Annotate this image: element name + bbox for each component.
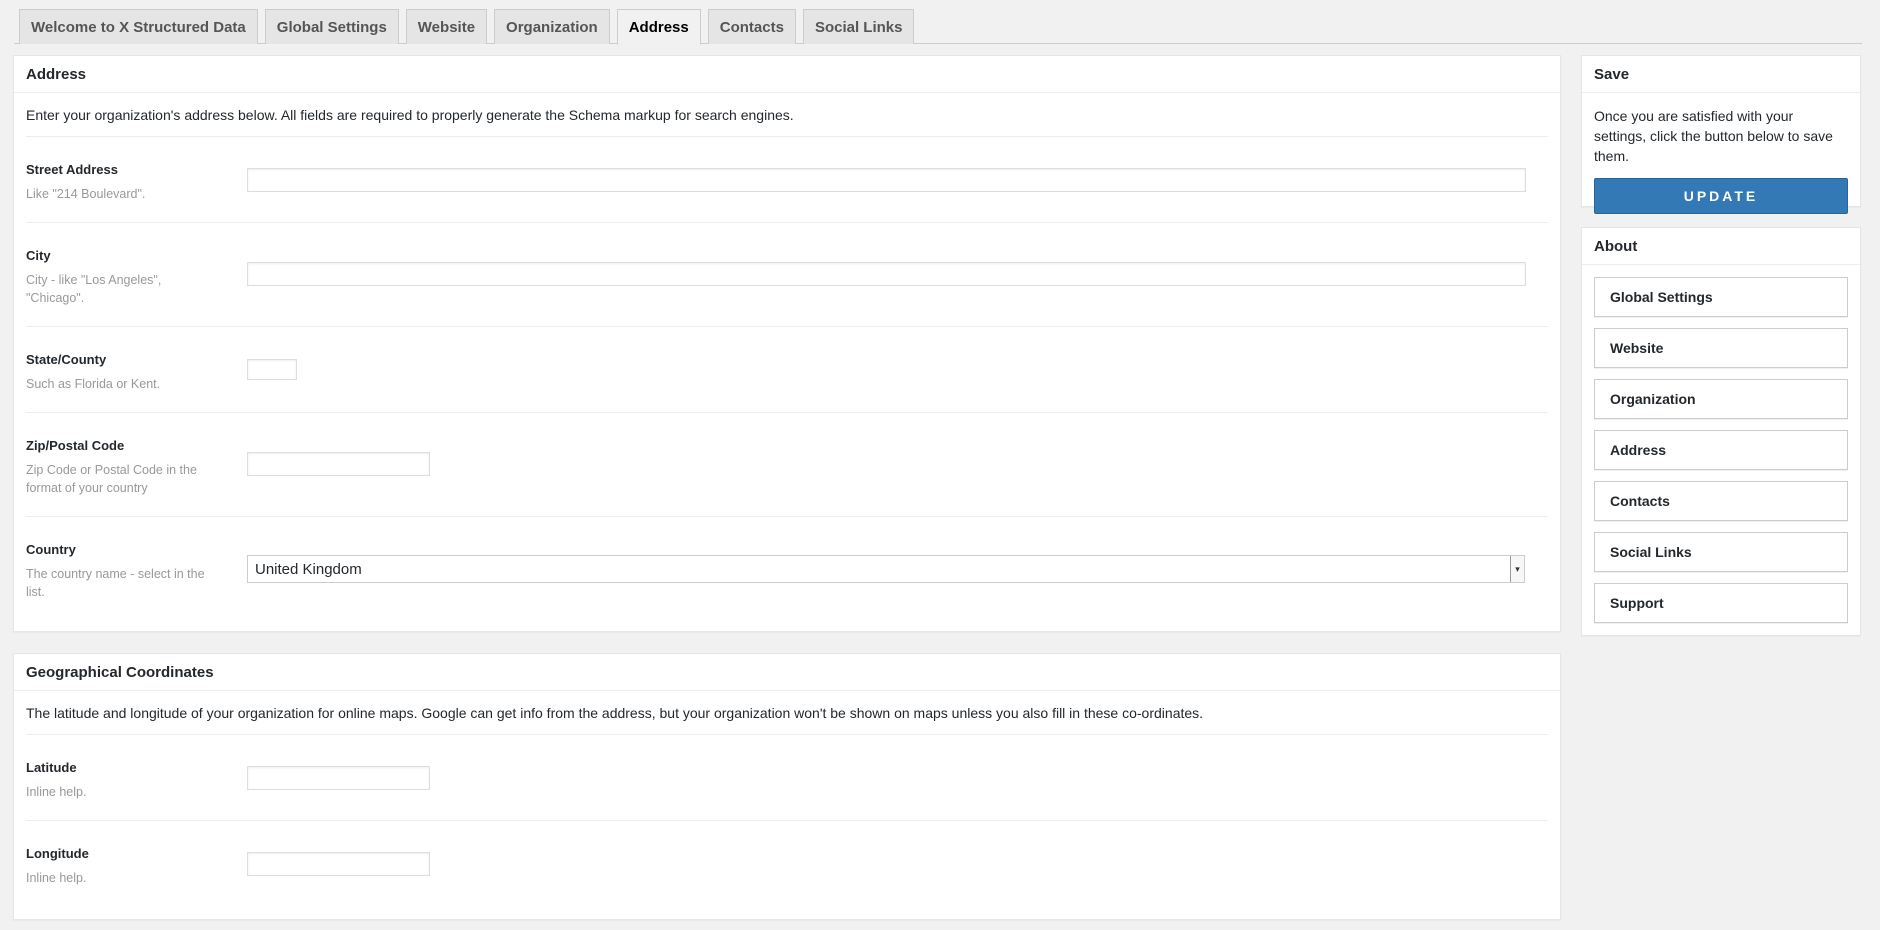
update-button[interactable]: UPDATE	[1594, 178, 1848, 214]
about-item-contacts[interactable]: Contacts	[1594, 481, 1848, 521]
tab-social-links[interactable]: Social Links	[802, 9, 915, 44]
about-item-support[interactable]: Support	[1594, 583, 1848, 623]
address-panel: Address Enter your organization's addres…	[13, 55, 1561, 632]
tab-address[interactable]: Address	[616, 9, 701, 45]
latitude-hint: Inline help.	[26, 785, 87, 799]
about-panel: About Global Settings Website Organizati…	[1581, 227, 1861, 636]
street-address-row: Street Address Like "214 Boulevard".	[26, 137, 1548, 223]
latitude-input[interactable]	[247, 766, 430, 790]
chevron-down-icon[interactable]: ▾	[1510, 556, 1524, 582]
address-panel-title: Address	[14, 56, 1560, 93]
geo-panel: Geographical Coordinates The latitude an…	[13, 653, 1561, 920]
zip-input[interactable]	[247, 452, 430, 476]
address-description: Enter your organization's address below.…	[26, 93, 1548, 137]
state-row: State/County Such as Florida or Kent.	[26, 327, 1548, 413]
latitude-label: Latitude	[26, 760, 77, 775]
street-address-label: Street Address	[26, 162, 118, 177]
about-item-global-settings[interactable]: Global Settings	[1594, 277, 1848, 317]
about-item-social-links[interactable]: Social Links	[1594, 532, 1848, 572]
save-panel-title: Save	[1582, 56, 1860, 93]
longitude-label: Longitude	[26, 846, 89, 861]
longitude-input[interactable]	[247, 852, 430, 876]
zip-label: Zip/Postal Code	[26, 438, 125, 453]
street-address-input[interactable]	[247, 168, 1526, 192]
state-label: State/County	[26, 352, 107, 367]
city-row: City City - like "Los Angeles", "Chicago…	[26, 223, 1548, 327]
geo-description: The latitude and longitude of your organ…	[26, 691, 1548, 735]
save-instructions: Once you are satisfied with your setting…	[1594, 108, 1833, 164]
about-nav: Global Settings Website Organization Add…	[1582, 265, 1860, 623]
zip-hint: Zip Code or Postal Code in the format of…	[26, 463, 197, 495]
tab-welcome[interactable]: Welcome to X Structured Data	[19, 9, 258, 44]
longitude-hint: Inline help.	[26, 871, 87, 885]
save-panel: Save Once you are satisfied with your se…	[1581, 55, 1861, 214]
about-item-organization[interactable]: Organization	[1594, 379, 1848, 419]
about-item-address[interactable]: Address	[1594, 430, 1848, 470]
country-select-value: United Kingdom	[255, 560, 362, 578]
city-hint: City - like "Los Angeles", "Chicago".	[26, 273, 162, 305]
tab-bar: Welcome to X Structured Data Global Sett…	[14, 9, 1862, 45]
country-select[interactable]: United Kingdom ▾	[247, 555, 1525, 583]
latitude-row: Latitude Inline help.	[26, 735, 1548, 821]
street-address-hint: Like "214 Boulevard".	[26, 187, 146, 201]
tab-global-settings[interactable]: Global Settings	[264, 9, 399, 44]
geo-panel-title: Geographical Coordinates	[14, 654, 1560, 691]
city-input[interactable]	[247, 262, 1526, 286]
country-row: Country The country name - select in the…	[26, 517, 1548, 627]
country-label: Country	[26, 542, 76, 557]
state-input[interactable]	[247, 359, 297, 380]
state-hint: Such as Florida or Kent.	[26, 377, 161, 391]
tab-contacts[interactable]: Contacts	[707, 9, 796, 44]
longitude-row: Longitude Inline help.	[26, 821, 1548, 911]
tab-website[interactable]: Website	[405, 9, 488, 44]
country-hint: The country name - select in the list.	[26, 567, 205, 599]
about-item-website[interactable]: Website	[1594, 328, 1848, 368]
zip-row: Zip/Postal Code Zip Code or Postal Code …	[26, 413, 1548, 517]
tab-organization[interactable]: Organization	[494, 9, 610, 44]
city-label: City	[26, 248, 51, 263]
about-panel-title: About	[1582, 228, 1860, 265]
